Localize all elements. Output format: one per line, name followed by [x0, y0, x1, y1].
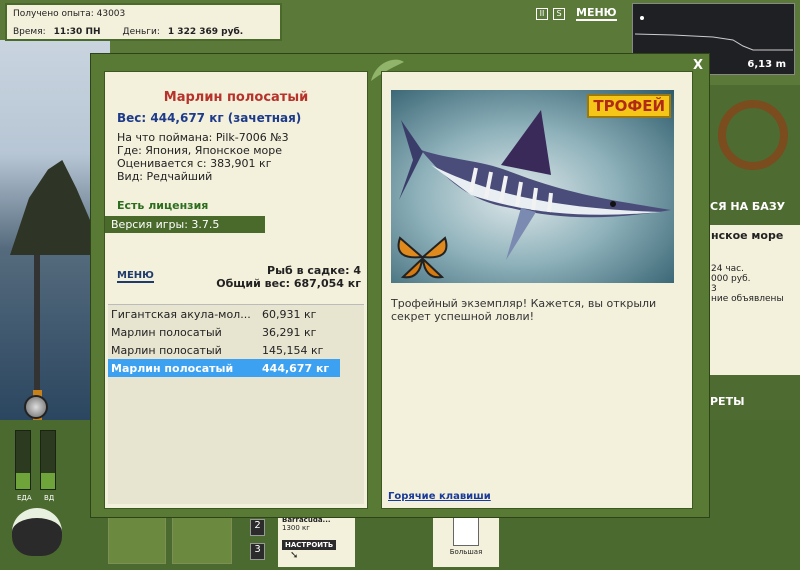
list-item-weight: 444,677 кг: [262, 361, 330, 375]
info-line-4: ние объявлены: [711, 294, 784, 304]
right-panel: СЯ НА БАЗУ нское море 24 час. 000 руб. 3…: [708, 85, 800, 420]
time-value: 11:30 ПН: [53, 27, 101, 37]
xp-label: Получено опыта:: [13, 9, 94, 19]
drive-label: ВД: [44, 494, 55, 502]
cage-total-weight: Общий вес: 687,054 кг: [216, 277, 361, 290]
drive-level-fill: [41, 472, 55, 489]
basket-icon[interactable]: [108, 512, 166, 564]
list-item-selected[interactable]: Марлин полосатый 444,677 кг: [108, 359, 340, 377]
valued-from: Оценивается с: 383,901 кг: [117, 157, 272, 170]
list-item-weight: 36,291 кг: [262, 325, 317, 339]
cage-count: Рыб в садке: 4: [267, 264, 361, 277]
list-item-name: Гигантская акула-мол...: [111, 307, 251, 321]
trophy-badge: ТРОФЕЙ: [587, 94, 671, 118]
slot-3-button[interactable]: 3: [250, 543, 265, 560]
cauldron-icon[interactable]: [12, 508, 62, 556]
info-line-3: 3: [711, 284, 717, 294]
catch-list: Гигантская акула-мол... 60,931 кг Марлин…: [108, 304, 364, 504]
catch-dialog: X Марлин полосатый Вес: 444,677 кг (заче…: [90, 53, 710, 518]
bait-weight: 1300 кг: [282, 524, 310, 532]
setup-button[interactable]: НАСТРОИТЬ: [282, 540, 337, 550]
notebook-label: Большая: [449, 548, 483, 556]
slot-2-button[interactable]: 2: [250, 519, 265, 536]
dialog-menu-button[interactable]: МЕНЮ: [117, 270, 154, 283]
list-item[interactable]: Марлин полосатый 36,291 кг: [108, 323, 340, 341]
ship-wheel-icon[interactable]: [718, 100, 788, 170]
money-label: Деньги:: [122, 27, 160, 37]
cage-summary: Рыб в садке: 4 Общий вес: 687,054 кг: [216, 264, 361, 290]
region-name: нское море: [711, 229, 784, 242]
notebook-icon: [453, 516, 479, 546]
fish-title: Марлин полосатый: [163, 90, 309, 105]
list-item-name: Марлин полосатый: [111, 361, 234, 375]
location-info: нское море 24 час. 000 руб. 3 ние объявл…: [708, 225, 800, 375]
go-to-base-button[interactable]: СЯ НА БАЗУ: [710, 200, 785, 213]
version-bar: Версия игры: 3.7.5: [105, 216, 265, 233]
fish-weight: Вес: 444,677 кг (зачетная): [117, 111, 302, 125]
sound-icon[interactable]: S: [553, 7, 565, 20]
fish-photo: ТРОФЕЙ: [391, 90, 674, 283]
depth-value: 6,13 m: [747, 59, 786, 70]
secrets-button[interactable]: РЕТЫ: [710, 395, 744, 408]
hotkeys-link[interactable]: Горячие клавиши: [388, 491, 491, 502]
license-status: Есть лицензия: [117, 199, 209, 212]
notebook-slot[interactable]: Большая: [433, 512, 499, 567]
trophy-pane: ТРОФЕЙ Трофейный экземпляр! Кажется, вы …: [381, 71, 693, 509]
list-item-name: Марлин полосатый: [111, 343, 222, 357]
list-item-weight: 145,154 кг: [262, 343, 324, 357]
food-level-fill: [16, 472, 30, 489]
catch-location: Где: Япония, Японское море: [117, 144, 283, 157]
time-label: Время:: [13, 27, 46, 37]
list-item[interactable]: Гигантская акула-мол... 60,931 кг: [108, 305, 340, 323]
money-value: 1 322 369 руб.: [167, 27, 244, 37]
reel-icon[interactable]: [24, 395, 48, 419]
pause-icon[interactable]: II: [536, 7, 548, 20]
food-gauge: [15, 430, 31, 490]
bait-slot: Barracuda... 1300 кг НАСТРОИТЬ ➘: [278, 512, 355, 567]
bucket-icon[interactable]: [172, 512, 232, 564]
caught-with: На что поймана: Pilk-7006 №3: [117, 131, 289, 144]
arrow-icon: ➘: [290, 550, 299, 561]
top-toolbar: II S МЕНЮ: [536, 6, 617, 21]
drive-gauge: [40, 430, 56, 490]
player-info: Получено опыта: 43003 Время: 11:30 ПН Де…: [5, 3, 282, 41]
info-line-1: 24 час.: [711, 264, 744, 274]
list-item[interactable]: Марлин полосатый 145,154 кг: [108, 341, 340, 359]
xp-value: 43003: [96, 9, 126, 19]
list-item-weight: 60,931 кг: [262, 307, 317, 321]
info-line-2: 000 руб.: [711, 274, 751, 284]
main-menu-button[interactable]: МЕНЮ: [576, 6, 617, 21]
close-button[interactable]: X: [693, 58, 703, 73]
butterfly-icon: [397, 236, 448, 279]
trophy-description: Трофейный экземпляр! Кажется, вы открыли…: [391, 297, 657, 323]
list-item-name: Марлин полосатый: [111, 325, 222, 339]
food-label: ЕДА: [17, 494, 32, 502]
fish-info-pane: Марлин полосатый Вес: 444,677 кг (зачетн…: [104, 71, 368, 509]
fish-kind: Вид: Редчайший: [117, 170, 213, 183]
